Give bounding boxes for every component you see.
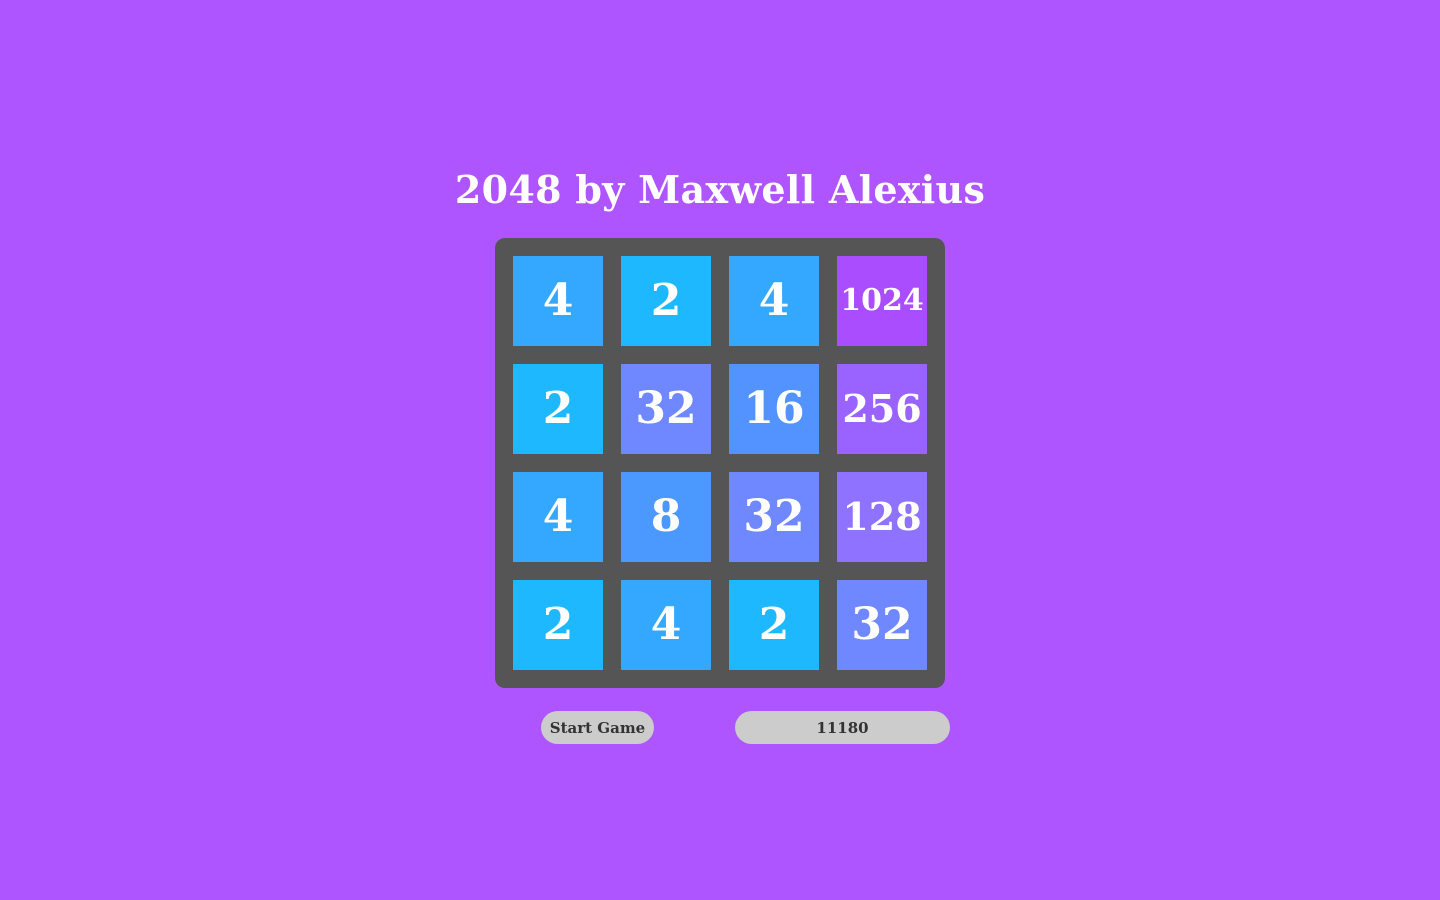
game-board: 4 2 4 1024 2 32 16 256 4 8 32 128 2 4 2 32 (495, 238, 945, 688)
score-display: 11180 (735, 711, 950, 744)
game-screen: 2048 by Maxwell Alexius 4 2 4 1024 2 32 16 256 4… (0, 0, 1440, 900)
start-game-button[interactable]: Start Game (541, 711, 654, 744)
tile: 128 (837, 472, 927, 562)
tile: 2 (513, 364, 603, 454)
tile: 16 (729, 364, 819, 454)
tile: 2 (513, 580, 603, 670)
tile: 32 (729, 472, 819, 562)
tile: 32 (621, 364, 711, 454)
tile: 2 (621, 256, 711, 346)
tile: 1024 (837, 256, 927, 346)
tile: 4 (513, 256, 603, 346)
tile: 4 (729, 256, 819, 346)
tile: 8 (621, 472, 711, 562)
tile: 256 (837, 364, 927, 454)
page-title: 2048 by Maxwell Alexius (454, 167, 986, 212)
tile: 32 (837, 580, 927, 670)
tile: 2 (729, 580, 819, 670)
tile: 4 (513, 472, 603, 562)
tile: 4 (621, 580, 711, 670)
